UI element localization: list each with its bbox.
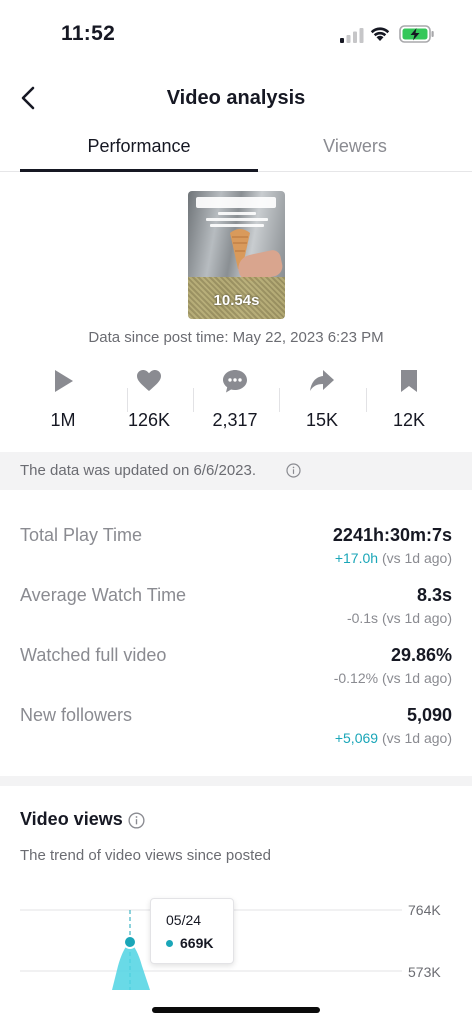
- video-duration: 10.54s: [213, 292, 260, 309]
- post-time-text: Data since post time: May 22, 2023 6:23 …: [88, 329, 384, 346]
- engagement-stats: 1M 126K 2,317 15K 12K: [20, 366, 452, 436]
- cellular-signal-icon: [340, 28, 364, 43]
- metric-total-play-time: Total Play Time 2241h:30m:7s +17.0h (vs …: [20, 525, 452, 577]
- stat-comments-value: 2,317: [212, 410, 258, 430]
- stat-likes-value: 126K: [127, 410, 171, 430]
- stat-comments: 2,317: [192, 366, 278, 436]
- metric-watched-full-video: Watched full video 29.86% -0.12% (vs 1d …: [20, 645, 452, 697]
- metric-value: 8.3s: [416, 585, 452, 605]
- stat-likes: 126K: [106, 366, 192, 436]
- metric-delta: +17.0h (vs 1d ago): [335, 550, 452, 566]
- info-icon[interactable]: [286, 463, 301, 478]
- metric-label: Watched full video: [20, 645, 167, 665]
- bookmark-icon: [401, 370, 417, 392]
- heart-icon: [137, 370, 161, 391]
- metric-value: 2241h:30m:7s: [332, 525, 452, 545]
- comment-icon: [223, 370, 247, 393]
- active-tab-indicator: [20, 169, 258, 172]
- stat-shares: 15K: [279, 366, 365, 436]
- battery-charging-icon: [399, 25, 434, 43]
- wifi-icon: [370, 27, 390, 41]
- share-icon: [310, 370, 334, 391]
- section-divider: [0, 776, 472, 786]
- metric-delta-suffix: (vs 1d ago): [378, 730, 452, 746]
- home-indicator[interactable]: [152, 1007, 320, 1013]
- chart-tooltip: 05/24 669K: [150, 898, 234, 964]
- tab-performance[interactable]: Performance: [20, 136, 258, 157]
- thumbnail-caption-bubble: [196, 197, 276, 208]
- metric-average-watch-time: Average Watch Time 8.3s -0.1s (vs 1d ago…: [20, 585, 452, 637]
- tooltip-date: 05/24: [166, 912, 202, 928]
- stat-saves: 12K: [366, 366, 452, 436]
- metric-label: New followers: [20, 705, 133, 725]
- metric-delta: -0.1s (vs 1d ago): [347, 610, 452, 626]
- data-updated-banner: The data was updated on 6/6/2023.: [0, 452, 472, 490]
- play-icon: [55, 370, 73, 392]
- stat-shares-value: 15K: [305, 410, 339, 430]
- tooltip-value: 669K: [180, 935, 214, 951]
- data-updated-text: The data was updated on 6/6/2023.: [20, 462, 257, 479]
- metric-delta-value: -0.1s: [346, 610, 379, 626]
- top-nav: Video analysis: [0, 70, 472, 126]
- metric-value: 29.86%: [390, 645, 452, 665]
- status-time: 11:52: [61, 22, 116, 45]
- metric-delta: -0.12% (vs 1d ago): [334, 670, 452, 686]
- metric-delta-value: -0.12%: [333, 670, 379, 686]
- metric-delta-suffix: (vs 1d ago): [378, 550, 452, 566]
- metric-delta-value: +5,069: [334, 730, 379, 746]
- stat-saves-value: 12K: [392, 410, 426, 430]
- info-icon[interactable]: [128, 812, 145, 829]
- metric-delta: +5,069 (vs 1d ago): [335, 730, 452, 746]
- video-views-subtitle: The trend of video views since posted: [20, 847, 271, 864]
- page-title: Video analysis: [166, 87, 306, 109]
- highlight-point: [125, 937, 135, 947]
- tab-bar: Performance Viewers: [0, 128, 472, 172]
- tab-viewers[interactable]: Viewers: [238, 136, 472, 157]
- stat-plays-value: 1M: [50, 410, 76, 430]
- metric-value: 5,090: [406, 705, 452, 725]
- metric-delta-suffix: (vs 1d ago): [378, 670, 452, 686]
- metric-label: Total Play Time: [20, 525, 143, 545]
- metric-new-followers: New followers 5,090 +5,069 (vs 1d ago): [20, 705, 452, 757]
- area-series: [112, 942, 150, 990]
- stat-plays: 1M: [20, 366, 106, 436]
- video-views-chart[interactable]: 764K 573K: [0, 880, 472, 990]
- video-thumbnail[interactable]: 10.54s: [188, 191, 285, 319]
- y-tick-label: 764K: [408, 902, 441, 918]
- status-bar: 11:52: [0, 0, 472, 68]
- metric-label: Average Watch Time: [20, 585, 187, 605]
- video-views-title: Video views: [20, 809, 123, 829]
- metric-delta-value: +17.0h: [334, 550, 379, 566]
- tooltip-series-dot: [166, 940, 173, 947]
- metric-delta-suffix: (vs 1d ago): [378, 610, 452, 626]
- y-tick-label: 573K: [408, 964, 441, 980]
